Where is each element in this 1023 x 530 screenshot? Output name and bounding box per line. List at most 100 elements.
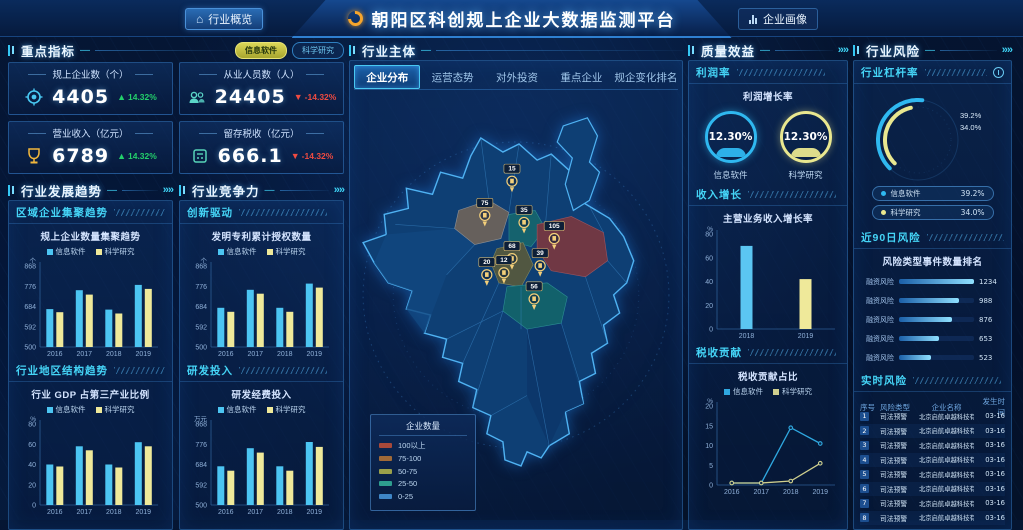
- svg-text:500: 500: [24, 345, 36, 352]
- stat-card-enterprises: 规上企业数（个） 4405 ▲14.32%: [8, 62, 173, 115]
- panel-industry-dev-trend: 行业发展趋势 — »» 区域企业集聚趋势 规上企业数量集聚趋势 信息软件科学研究…: [8, 180, 173, 530]
- svg-text:40: 40: [28, 462, 36, 469]
- svg-text:12: 12: [500, 257, 508, 264]
- svg-text:2019: 2019: [812, 489, 828, 496]
- table-row[interactable]: 4司法预警北京启航卓越科技有限公司03-16: [860, 453, 1005, 468]
- expand-icon[interactable]: »»: [838, 44, 848, 56]
- tab-key-enterprises[interactable]: 重点企业: [549, 65, 613, 89]
- panel-bars-icon: [8, 45, 16, 56]
- down-arrow-icon: ▼: [294, 92, 303, 102]
- legend-item: 信息软件: [218, 246, 257, 257]
- panel-bars-icon: [688, 45, 696, 56]
- svg-text:2018: 2018: [276, 351, 292, 358]
- chart-title: 研发经费投入: [180, 382, 343, 401]
- svg-text:0: 0: [32, 503, 36, 510]
- industry-entities-title: 行业主体: [362, 41, 416, 60]
- section-rd-investment: 研发投入: [180, 359, 343, 382]
- table-row[interactable]: 7司法预警北京启航卓越科技有限公司03-16: [860, 496, 1005, 511]
- svg-text:2017: 2017: [247, 351, 263, 358]
- main-content: 重点指标 — 信息软件 科学研究 规上企业数（个） 4405 ▲14.32% 从…: [8, 40, 1016, 516]
- svg-text:10: 10: [705, 443, 713, 450]
- svg-text:2017: 2017: [76, 351, 92, 358]
- map-legend-title: 企业数量: [379, 420, 467, 436]
- table-row[interactable]: 8司法预警北京启航卓越科技有限公司03-16: [860, 511, 1005, 526]
- district-map[interactable]: 1575351056839201256 企业数量 100以上75-10050-7…: [350, 91, 682, 529]
- svg-text:2018: 2018: [105, 351, 121, 358]
- chart-legend: 信息软件科学研究: [180, 243, 343, 257]
- svg-text:776: 776: [195, 442, 207, 449]
- svg-text:776: 776: [24, 284, 36, 291]
- svg-text:0: 0: [709, 327, 713, 334]
- section-revenue-growth: 收入增长: [689, 183, 847, 206]
- tab-enterprise-distribution[interactable]: 企业分布: [354, 65, 420, 89]
- table-row[interactable]: 2司法预警北京启航卓越科技有限公司03-16: [860, 424, 1005, 439]
- svg-text:2016: 2016: [46, 351, 62, 358]
- nav-enterprise-profile-button[interactable]: 企业画像: [738, 8, 818, 30]
- legend-item: 科学研究: [267, 246, 306, 257]
- expand-icon[interactable]: »»: [163, 184, 173, 196]
- bar-chart-icon: [749, 15, 758, 24]
- section-profit-rate: 利润率: [689, 61, 847, 84]
- map-legend-item: 100以上: [379, 440, 467, 451]
- legend-item: 科学研究: [96, 246, 135, 257]
- svg-text:2018: 2018: [276, 509, 292, 516]
- filter-info-software[interactable]: 信息软件: [235, 42, 287, 59]
- svg-text:2018: 2018: [739, 333, 755, 340]
- legend-item: 科学研究: [267, 404, 306, 415]
- svg-text:39: 39: [537, 250, 545, 257]
- map-legend-item: 75-100: [379, 454, 467, 463]
- gauge-info-software: 12.30%: [705, 111, 757, 163]
- svg-text:2019: 2019: [135, 509, 151, 516]
- panel-industry-entities: 行业主体 — 企业分布 运营态势 对外投资 重点企业 规企变化排名: [349, 40, 683, 530]
- svg-text:个: 个: [29, 257, 36, 265]
- svg-text:2019: 2019: [306, 351, 322, 358]
- table-header: 序号风险类型企业名称发生时间: [860, 396, 1005, 409]
- svg-text:60: 60: [705, 255, 713, 262]
- tab-outbound-investment[interactable]: 对外投资: [485, 65, 549, 89]
- svg-text:40: 40: [705, 279, 713, 286]
- svg-text:万元: 万元: [194, 415, 208, 423]
- home-icon: ⌂: [196, 13, 203, 25]
- tab-change-ranking[interactable]: 规企变化排名: [614, 65, 678, 89]
- svg-text:68: 68: [508, 243, 516, 250]
- left-column: 重点指标 — 信息软件 科学研究 规上企业数（个） 4405 ▲14.32% 从…: [8, 40, 344, 530]
- svg-text:2017: 2017: [247, 509, 263, 516]
- up-arrow-icon: ▲: [117, 151, 126, 161]
- svg-text:592: 592: [24, 324, 36, 331]
- svg-text:2017: 2017: [76, 509, 92, 516]
- svg-text:2016: 2016: [217, 509, 233, 516]
- svg-text:20: 20: [705, 303, 713, 310]
- legend-item: 科学研究: [96, 404, 135, 415]
- nav-industry-overview-button[interactable]: ⌂ 行业概览: [185, 8, 263, 30]
- panel-bars-icon: [349, 45, 357, 56]
- expand-icon[interactable]: »»: [1002, 44, 1012, 56]
- expand-icon[interactable]: »»: [334, 184, 344, 196]
- legend-item: 信息软件: [47, 404, 86, 415]
- bar-chart-patents: 500592684776868个2016201720182019: [180, 257, 343, 359]
- bar-chart-rd: 500592684776868万元2016201720182019: [180, 415, 343, 517]
- bar-chart-cluster: 500592684776868个2016201720182019: [9, 257, 172, 359]
- info-icon[interactable]: [993, 67, 1004, 78]
- section-realtime-risk: 实时风险: [854, 369, 1011, 392]
- svg-text:20: 20: [483, 259, 491, 266]
- svg-text:75: 75: [481, 200, 489, 207]
- section-recent-risk: 近90日风险: [854, 226, 1011, 249]
- panel-industry-risk: 行业风险 — »» 行业杠杆率 39.2%34.0% 信息软件 39.2%: [853, 40, 1012, 530]
- chart-title: 规上企业数量集聚趋势: [9, 224, 172, 243]
- entity-tabbar: 企业分布 运营态势 对外投资 重点企业 规企变化排名: [354, 65, 678, 90]
- legend-item: 信息软件 39.2%: [872, 186, 994, 201]
- tax-card-icon: [190, 146, 210, 166]
- table-row[interactable]: 6司法预警北京启航卓越科技有限公司03-16: [860, 482, 1005, 497]
- svg-text:2019: 2019: [306, 509, 322, 516]
- stat-card-employees: 从业人员数（人） 24405 ▼-14.32%: [179, 62, 344, 115]
- chart-title: 利润增长率: [689, 84, 847, 103]
- realtime-risk-table: 序号风险类型企业名称发生时间1司法预警北京启航卓越科技有限公司03-162司法预…: [854, 392, 1011, 529]
- risk-type-ranking: 融资风险1234融资风险988融资风险876融资风险653融资风险523: [854, 268, 1011, 369]
- legend-item: 信息软件: [724, 386, 763, 397]
- filter-science-research[interactable]: 科学研究: [292, 42, 344, 59]
- table-row[interactable]: 5司法预警北京启航卓越科技有限公司03-16: [860, 467, 1005, 482]
- section-leverage: 行业杠杆率: [854, 61, 1011, 84]
- section-tax-contribution: 税收贡献: [689, 341, 847, 364]
- tab-operation-status[interactable]: 运营态势: [420, 65, 484, 89]
- table-row[interactable]: 3司法预警北京启航卓越科技有限公司03-16: [860, 438, 1005, 453]
